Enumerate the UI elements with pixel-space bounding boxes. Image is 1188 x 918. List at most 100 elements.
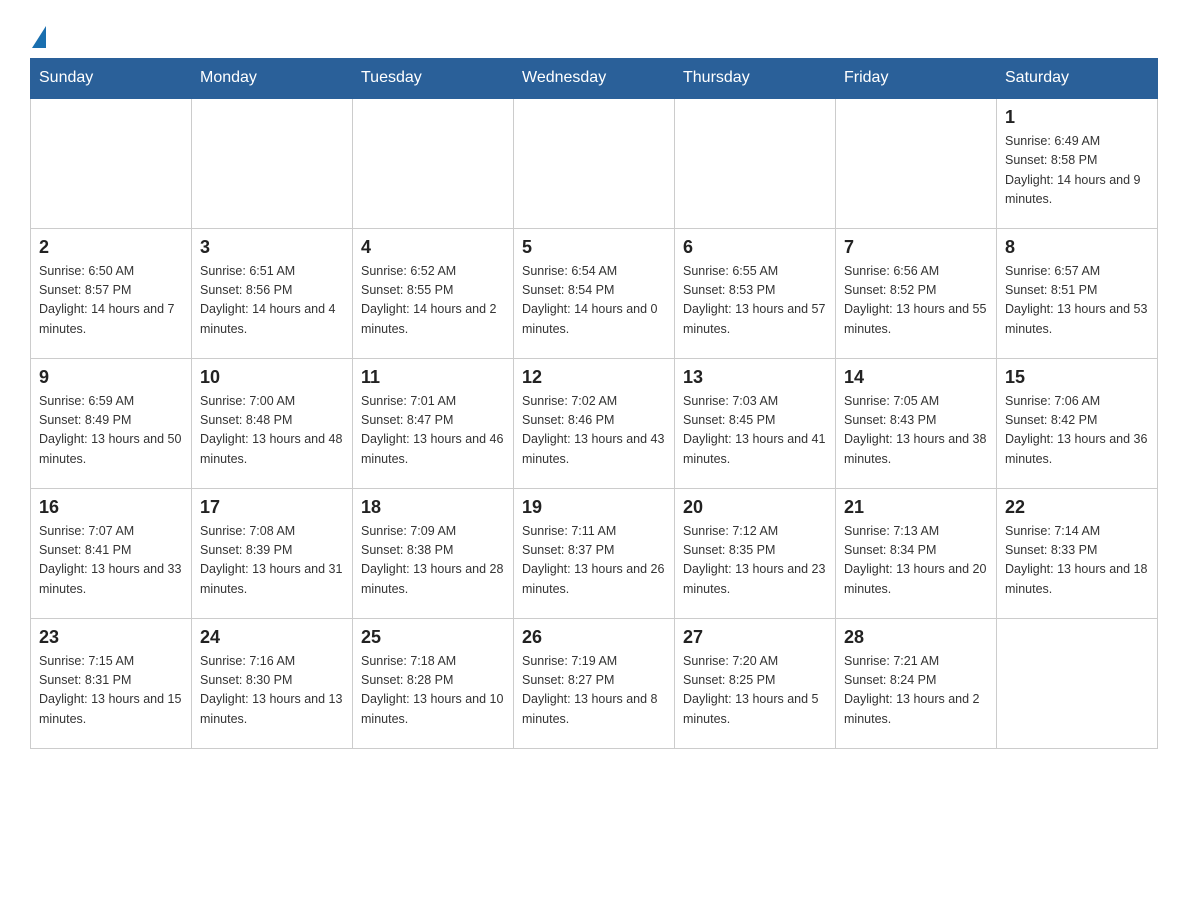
day-number: 22 <box>1005 497 1149 518</box>
day-info: Sunrise: 7:02 AMSunset: 8:46 PMDaylight:… <box>522 392 666 470</box>
day-info: Sunrise: 7:09 AMSunset: 8:38 PMDaylight:… <box>361 522 505 600</box>
calendar-cell: 22 Sunrise: 7:14 AMSunset: 8:33 PMDayligh… <box>997 488 1158 618</box>
calendar-cell <box>997 618 1158 748</box>
weekday-header-saturday: Saturday <box>997 59 1158 99</box>
day-info: Sunrise: 6:52 AMSunset: 8:55 PMDaylight:… <box>361 262 505 340</box>
calendar-cell: 3 Sunrise: 6:51 AMSunset: 8:56 PMDaylight… <box>192 228 353 358</box>
calendar-cell: 13 Sunrise: 7:03 AMSunset: 8:45 PMDayligh… <box>675 358 836 488</box>
calendar-cell: 19 Sunrise: 7:11 AMSunset: 8:37 PMDayligh… <box>514 488 675 618</box>
calendar-cell: 14 Sunrise: 7:05 AMSunset: 8:43 PMDayligh… <box>836 358 997 488</box>
day-number: 3 <box>200 237 344 258</box>
weekday-header-friday: Friday <box>836 59 997 99</box>
day-info: Sunrise: 6:49 AMSunset: 8:58 PMDaylight:… <box>1005 132 1149 210</box>
day-info: Sunrise: 6:55 AMSunset: 8:53 PMDaylight:… <box>683 262 827 340</box>
day-number: 2 <box>39 237 183 258</box>
calendar-cell: 12 Sunrise: 7:02 AMSunset: 8:46 PMDayligh… <box>514 358 675 488</box>
weekday-header-thursday: Thursday <box>675 59 836 99</box>
day-info: Sunrise: 7:20 AMSunset: 8:25 PMDaylight:… <box>683 652 827 730</box>
calendar-cell: 18 Sunrise: 7:09 AMSunset: 8:38 PMDayligh… <box>353 488 514 618</box>
calendar-cell: 15 Sunrise: 7:06 AMSunset: 8:42 PMDayligh… <box>997 358 1158 488</box>
day-number: 13 <box>683 367 827 388</box>
day-number: 26 <box>522 627 666 648</box>
calendar-cell: 7 Sunrise: 6:56 AMSunset: 8:52 PMDaylight… <box>836 228 997 358</box>
day-number: 21 <box>844 497 988 518</box>
day-info: Sunrise: 6:51 AMSunset: 8:56 PMDaylight:… <box>200 262 344 340</box>
day-number: 19 <box>522 497 666 518</box>
calendar-cell: 5Sunrise: 6:54 AMSunset: 8:54 PMDaylight… <box>514 228 675 358</box>
day-number: 12 <box>522 367 666 388</box>
day-info: Sunrise: 7:06 AMSunset: 8:42 PMDaylight:… <box>1005 392 1149 470</box>
day-info: Sunrise: 7:14 AMSunset: 8:33 PMDaylight:… <box>1005 522 1149 600</box>
day-number: 24 <box>200 627 344 648</box>
day-info: Sunrise: 7:18 AMSunset: 8:28 PMDaylight:… <box>361 652 505 730</box>
day-info: Sunrise: 6:57 AMSunset: 8:51 PMDaylight:… <box>1005 262 1149 340</box>
day-info: Sunrise: 7:19 AMSunset: 8:27 PMDaylight:… <box>522 652 666 730</box>
calendar-table: SundayMondayTuesdayWednesdayThursdayFrid… <box>30 58 1158 749</box>
day-number: 14 <box>844 367 988 388</box>
weekday-header-wednesday: Wednesday <box>514 59 675 99</box>
day-info: Sunrise: 7:00 AMSunset: 8:48 PMDaylight:… <box>200 392 344 470</box>
logo <box>30 24 46 48</box>
day-number: 7 <box>844 237 988 258</box>
day-number: 28 <box>844 627 988 648</box>
calendar-week-2: 2 Sunrise: 6:50 AMSunset: 8:57 PMDaylight… <box>31 228 1158 358</box>
day-info: Sunrise: 7:16 AMSunset: 8:30 PMDaylight:… <box>200 652 344 730</box>
day-info: Sunrise: 7:05 AMSunset: 8:43 PMDaylight:… <box>844 392 988 470</box>
day-number: 10 <box>200 367 344 388</box>
calendar-week-1: 1 Sunrise: 6:49 AMSunset: 8:58 PMDaylight… <box>31 98 1158 228</box>
day-info: Sunrise: 7:01 AMSunset: 8:47 PMDaylight:… <box>361 392 505 470</box>
calendar-cell: 1 Sunrise: 6:49 AMSunset: 8:58 PMDaylight… <box>997 98 1158 228</box>
calendar-cell: 27 Sunrise: 7:20 AMSunset: 8:25 PMDayligh… <box>675 618 836 748</box>
weekday-header-sunday: Sunday <box>31 59 192 99</box>
calendar-cell: 26 Sunrise: 7:19 AMSunset: 8:27 PMDayligh… <box>514 618 675 748</box>
calendar-cell: 17Sunrise: 7:08 AMSunset: 8:39 PMDayligh… <box>192 488 353 618</box>
calendar-cell: 20 Sunrise: 7:12 AMSunset: 8:35 PMDayligh… <box>675 488 836 618</box>
day-number: 20 <box>683 497 827 518</box>
day-info: Sunrise: 6:56 AMSunset: 8:52 PMDaylight:… <box>844 262 988 340</box>
day-number: 4 <box>361 237 505 258</box>
calendar-cell <box>192 98 353 228</box>
calendar-cell <box>836 98 997 228</box>
calendar-cell: 4 Sunrise: 6:52 AMSunset: 8:55 PMDaylight… <box>353 228 514 358</box>
calendar-cell: 23 Sunrise: 7:15 AMSunset: 8:31 PMDayligh… <box>31 618 192 748</box>
day-number: 5 <box>522 237 666 258</box>
calendar-header-row: SundayMondayTuesdayWednesdayThursdayFrid… <box>31 59 1158 99</box>
calendar-cell: 28 Sunrise: 7:21 AMSunset: 8:24 PMDayligh… <box>836 618 997 748</box>
day-info: Sunrise: 7:11 AMSunset: 8:37 PMDaylight:… <box>522 522 666 600</box>
logo-triangle-icon <box>32 26 46 48</box>
day-number: 11 <box>361 367 505 388</box>
calendar-cell <box>675 98 836 228</box>
calendar-cell: 2 Sunrise: 6:50 AMSunset: 8:57 PMDaylight… <box>31 228 192 358</box>
day-info: Sunrise: 7:08 AMSunset: 8:39 PMDaylight:… <box>200 522 344 600</box>
day-info: Sunrise: 7:21 AMSunset: 8:24 PMDaylight:… <box>844 652 988 730</box>
day-number: 15 <box>1005 367 1149 388</box>
day-info: Sunrise: 6:59 AMSunset: 8:49 PMDaylight:… <box>39 392 183 470</box>
day-info: Sunrise: 7:07 AMSunset: 8:41 PMDaylight:… <box>39 522 183 600</box>
calendar-cell: 24 Sunrise: 7:16 AMSunset: 8:30 PMDayligh… <box>192 618 353 748</box>
day-info: Sunrise: 7:13 AMSunset: 8:34 PMDaylight:… <box>844 522 988 600</box>
calendar-cell <box>353 98 514 228</box>
day-number: 9 <box>39 367 183 388</box>
day-info: Sunrise: 6:50 AMSunset: 8:57 PMDaylight:… <box>39 262 183 340</box>
weekday-header-monday: Monday <box>192 59 353 99</box>
calendar-week-5: 23 Sunrise: 7:15 AMSunset: 8:31 PMDayligh… <box>31 618 1158 748</box>
calendar-cell: 6Sunrise: 6:55 AMSunset: 8:53 PMDaylight… <box>675 228 836 358</box>
day-info: Sunrise: 7:15 AMSunset: 8:31 PMDaylight:… <box>39 652 183 730</box>
calendar-cell <box>514 98 675 228</box>
day-number: 23 <box>39 627 183 648</box>
day-number: 18 <box>361 497 505 518</box>
calendar-cell: 9 Sunrise: 6:59 AMSunset: 8:49 PMDaylight… <box>31 358 192 488</box>
calendar-cell: 8Sunrise: 6:57 AMSunset: 8:51 PMDaylight… <box>997 228 1158 358</box>
day-number: 27 <box>683 627 827 648</box>
calendar-cell: 21 Sunrise: 7:13 AMSunset: 8:34 PMDayligh… <box>836 488 997 618</box>
calendar-cell <box>31 98 192 228</box>
day-number: 16 <box>39 497 183 518</box>
day-number: 1 <box>1005 107 1149 128</box>
calendar-cell: 16 Sunrise: 7:07 AMSunset: 8:41 PMDayligh… <box>31 488 192 618</box>
weekday-header-tuesday: Tuesday <box>353 59 514 99</box>
day-number: 25 <box>361 627 505 648</box>
calendar-cell: 25 Sunrise: 7:18 AMSunset: 8:28 PMDayligh… <box>353 618 514 748</box>
day-info: Sunrise: 7:12 AMSunset: 8:35 PMDaylight:… <box>683 522 827 600</box>
day-info: Sunrise: 7:03 AMSunset: 8:45 PMDaylight:… <box>683 392 827 470</box>
page-header <box>30 24 1158 48</box>
